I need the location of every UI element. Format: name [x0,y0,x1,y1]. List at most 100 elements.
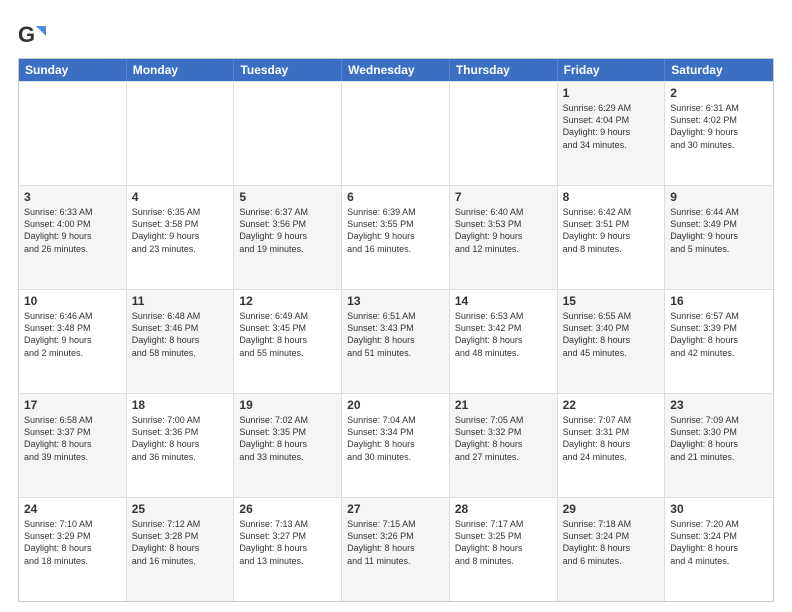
day-info: Sunrise: 6:49 AM Sunset: 3:45 PM Dayligh… [239,310,336,359]
calendar-day-cell: 3Sunrise: 6:33 AM Sunset: 4:00 PM Daylig… [19,186,127,289]
calendar-day-cell: 15Sunrise: 6:55 AM Sunset: 3:40 PM Dayli… [558,290,666,393]
calendar-day-cell: 27Sunrise: 7:15 AM Sunset: 3:26 PM Dayli… [342,498,450,601]
day-number: 12 [239,293,336,309]
page-header: G [18,18,774,50]
day-info: Sunrise: 6:42 AM Sunset: 3:51 PM Dayligh… [563,206,660,255]
day-info: Sunrise: 6:58 AM Sunset: 3:37 PM Dayligh… [24,414,121,463]
logo: G [18,22,48,50]
day-info: Sunrise: 6:51 AM Sunset: 3:43 PM Dayligh… [347,310,444,359]
day-info: Sunrise: 6:46 AM Sunset: 3:48 PM Dayligh… [24,310,121,359]
calendar-day-cell [127,82,235,185]
calendar-day-cell: 28Sunrise: 7:17 AM Sunset: 3:25 PM Dayli… [450,498,558,601]
calendar-day-cell: 17Sunrise: 6:58 AM Sunset: 3:37 PM Dayli… [19,394,127,497]
day-info: Sunrise: 7:15 AM Sunset: 3:26 PM Dayligh… [347,518,444,567]
cal-header-cell: Saturday [665,59,773,81]
calendar-day-cell: 22Sunrise: 7:07 AM Sunset: 3:31 PM Dayli… [558,394,666,497]
day-info: Sunrise: 7:20 AM Sunset: 3:24 PM Dayligh… [670,518,768,567]
calendar-day-cell [342,82,450,185]
day-info: Sunrise: 7:05 AM Sunset: 3:32 PM Dayligh… [455,414,552,463]
day-info: Sunrise: 7:02 AM Sunset: 3:35 PM Dayligh… [239,414,336,463]
day-number: 3 [24,189,121,205]
calendar-day-cell [450,82,558,185]
calendar-day-cell: 20Sunrise: 7:04 AM Sunset: 3:34 PM Dayli… [342,394,450,497]
day-number: 5 [239,189,336,205]
day-info: Sunrise: 7:17 AM Sunset: 3:25 PM Dayligh… [455,518,552,567]
day-number: 11 [132,293,229,309]
day-info: Sunrise: 7:18 AM Sunset: 3:24 PM Dayligh… [563,518,660,567]
cal-header-cell: Sunday [19,59,127,81]
calendar-day-cell: 19Sunrise: 7:02 AM Sunset: 3:35 PM Dayli… [234,394,342,497]
calendar-day-cell: 10Sunrise: 6:46 AM Sunset: 3:48 PM Dayli… [19,290,127,393]
day-info: Sunrise: 7:07 AM Sunset: 3:31 PM Dayligh… [563,414,660,463]
day-number: 25 [132,501,229,517]
day-number: 23 [670,397,768,413]
day-info: Sunrise: 6:48 AM Sunset: 3:46 PM Dayligh… [132,310,229,359]
day-number: 8 [563,189,660,205]
calendar-day-cell: 11Sunrise: 6:48 AM Sunset: 3:46 PM Dayli… [127,290,235,393]
day-number: 28 [455,501,552,517]
calendar-day-cell: 26Sunrise: 7:13 AM Sunset: 3:27 PM Dayli… [234,498,342,601]
day-number: 18 [132,397,229,413]
day-number: 1 [563,85,660,101]
day-number: 9 [670,189,768,205]
calendar-day-cell: 8Sunrise: 6:42 AM Sunset: 3:51 PM Daylig… [558,186,666,289]
day-number: 15 [563,293,660,309]
day-info: Sunrise: 6:37 AM Sunset: 3:56 PM Dayligh… [239,206,336,255]
calendar-day-cell: 5Sunrise: 6:37 AM Sunset: 3:56 PM Daylig… [234,186,342,289]
calendar-week: 1Sunrise: 6:29 AM Sunset: 4:04 PM Daylig… [19,81,773,185]
calendar: SundayMondayTuesdayWednesdayThursdayFrid… [18,58,774,602]
cal-header-cell: Monday [127,59,235,81]
calendar-day-cell: 4Sunrise: 6:35 AM Sunset: 3:58 PM Daylig… [127,186,235,289]
day-number: 30 [670,501,768,517]
day-number: 7 [455,189,552,205]
cal-header-cell: Tuesday [234,59,342,81]
day-number: 16 [670,293,768,309]
calendar-week: 17Sunrise: 6:58 AM Sunset: 3:37 PM Dayli… [19,393,773,497]
day-number: 27 [347,501,444,517]
calendar-header: SundayMondayTuesdayWednesdayThursdayFrid… [19,59,773,81]
day-number: 20 [347,397,444,413]
day-number: 29 [563,501,660,517]
day-number: 13 [347,293,444,309]
calendar-day-cell: 16Sunrise: 6:57 AM Sunset: 3:39 PM Dayli… [665,290,773,393]
calendar-day-cell: 1Sunrise: 6:29 AM Sunset: 4:04 PM Daylig… [558,82,666,185]
calendar-day-cell: 14Sunrise: 6:53 AM Sunset: 3:42 PM Dayli… [450,290,558,393]
logo-icon: G [18,22,46,50]
day-info: Sunrise: 7:10 AM Sunset: 3:29 PM Dayligh… [24,518,121,567]
calendar-day-cell [234,82,342,185]
day-number: 22 [563,397,660,413]
day-number: 24 [24,501,121,517]
calendar-day-cell: 29Sunrise: 7:18 AM Sunset: 3:24 PM Dayli… [558,498,666,601]
day-number: 4 [132,189,229,205]
day-number: 17 [24,397,121,413]
day-info: Sunrise: 6:29 AM Sunset: 4:04 PM Dayligh… [563,102,660,151]
calendar-week: 24Sunrise: 7:10 AM Sunset: 3:29 PM Dayli… [19,497,773,601]
day-info: Sunrise: 6:55 AM Sunset: 3:40 PM Dayligh… [563,310,660,359]
day-info: Sunrise: 6:35 AM Sunset: 3:58 PM Dayligh… [132,206,229,255]
calendar-day-cell: 2Sunrise: 6:31 AM Sunset: 4:02 PM Daylig… [665,82,773,185]
day-number: 14 [455,293,552,309]
day-info: Sunrise: 6:53 AM Sunset: 3:42 PM Dayligh… [455,310,552,359]
day-number: 6 [347,189,444,205]
day-number: 19 [239,397,336,413]
calendar-day-cell: 12Sunrise: 6:49 AM Sunset: 3:45 PM Dayli… [234,290,342,393]
calendar-day-cell [19,82,127,185]
day-info: Sunrise: 6:57 AM Sunset: 3:39 PM Dayligh… [670,310,768,359]
day-info: Sunrise: 6:31 AM Sunset: 4:02 PM Dayligh… [670,102,768,151]
calendar-day-cell: 30Sunrise: 7:20 AM Sunset: 3:24 PM Dayli… [665,498,773,601]
day-info: Sunrise: 6:40 AM Sunset: 3:53 PM Dayligh… [455,206,552,255]
cal-header-cell: Wednesday [342,59,450,81]
calendar-day-cell: 9Sunrise: 6:44 AM Sunset: 3:49 PM Daylig… [665,186,773,289]
calendar-day-cell: 25Sunrise: 7:12 AM Sunset: 3:28 PM Dayli… [127,498,235,601]
day-info: Sunrise: 6:33 AM Sunset: 4:00 PM Dayligh… [24,206,121,255]
day-info: Sunrise: 7:12 AM Sunset: 3:28 PM Dayligh… [132,518,229,567]
day-info: Sunrise: 6:39 AM Sunset: 3:55 PM Dayligh… [347,206,444,255]
calendar-day-cell: 23Sunrise: 7:09 AM Sunset: 3:30 PM Dayli… [665,394,773,497]
calendar-week: 3Sunrise: 6:33 AM Sunset: 4:00 PM Daylig… [19,185,773,289]
calendar-day-cell: 24Sunrise: 7:10 AM Sunset: 3:29 PM Dayli… [19,498,127,601]
calendar-body: 1Sunrise: 6:29 AM Sunset: 4:04 PM Daylig… [19,81,773,601]
day-info: Sunrise: 7:13 AM Sunset: 3:27 PM Dayligh… [239,518,336,567]
day-info: Sunrise: 7:00 AM Sunset: 3:36 PM Dayligh… [132,414,229,463]
calendar-day-cell: 18Sunrise: 7:00 AM Sunset: 3:36 PM Dayli… [127,394,235,497]
day-number: 21 [455,397,552,413]
